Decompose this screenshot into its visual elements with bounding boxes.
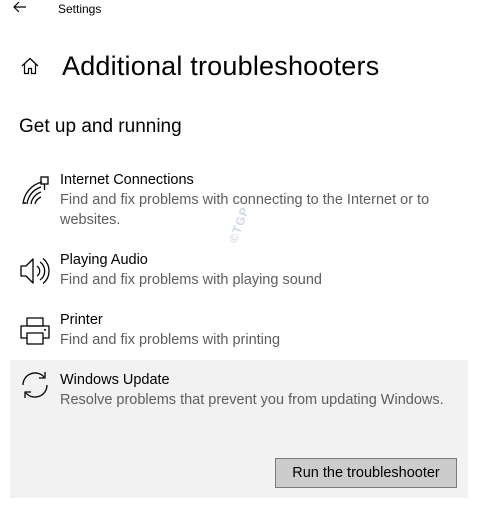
item-name: Internet Connections bbox=[60, 172, 194, 188]
item-name: Playing Audio bbox=[60, 252, 148, 268]
wifi-network-icon bbox=[18, 174, 52, 208]
back-button[interactable] bbox=[8, 0, 32, 18]
home-icon[interactable] bbox=[18, 54, 42, 78]
item-description: Find and fix problems with connecting to… bbox=[60, 192, 430, 228]
item-description: Find and fix problems with playing sound bbox=[60, 272, 322, 288]
arrow-left-icon bbox=[13, 0, 27, 18]
title-bar: Settings bbox=[0, 0, 494, 22]
item-name: Printer bbox=[60, 312, 103, 328]
item-name: Windows Update bbox=[60, 372, 170, 388]
settings-window: Settings Additional troubleshooters Get … bbox=[0, 0, 494, 513]
speaker-icon bbox=[18, 254, 52, 288]
troubleshooter-playing-audio[interactable]: Playing Audio Find and fix problems with… bbox=[10, 250, 468, 292]
troubleshooter-windows-update[interactable]: Windows Update Resolve problems that pre… bbox=[10, 360, 468, 498]
item-description: Find and fix problems with printing bbox=[60, 332, 281, 348]
page-header: Additional troubleshooters bbox=[18, 46, 379, 86]
page-title: Additional troubleshooters bbox=[62, 50, 380, 81]
item-description: Resolve problems that prevent you from u… bbox=[60, 392, 444, 408]
run-troubleshooter-button[interactable]: Run the troubleshooter bbox=[275, 458, 457, 488]
troubleshooter-internet-connections[interactable]: Internet Connections Find and fix proble… bbox=[10, 170, 468, 232]
troubleshooter-printer[interactable]: Printer Find and fix problems with print… bbox=[10, 310, 468, 352]
printer-icon bbox=[18, 314, 52, 348]
sync-icon bbox=[18, 368, 52, 402]
section-title: Get up and running bbox=[19, 116, 182, 137]
app-title: Settings bbox=[58, 2, 102, 16]
